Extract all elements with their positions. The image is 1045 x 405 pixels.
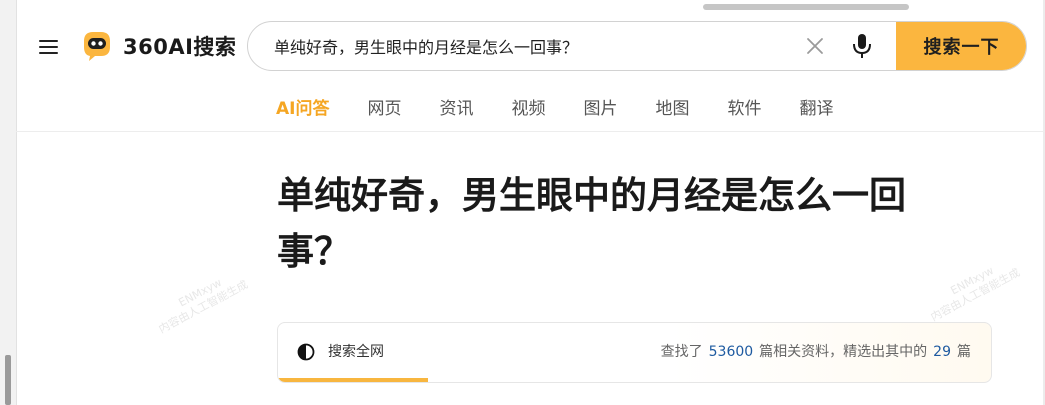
question-title: 单纯好奇，男生眼中的月经是怎么一回事？ <box>277 174 906 273</box>
status-label: 搜索全网 <box>328 344 384 360</box>
watermark-left-line1: ENMxyw <box>176 275 224 310</box>
tab-video[interactable]: 视频 <box>511 96 545 122</box>
search-box: 搜索一下 <box>247 21 1027 71</box>
menu-icon[interactable] <box>36 34 62 60</box>
top-scrollbar-thumb[interactable] <box>703 4 909 10</box>
tab-ai-qa[interactable]: AI问答 <box>276 96 329 122</box>
tab-software[interactable]: 软件 <box>727 96 761 122</box>
search-button[interactable]: 搜索一下 <box>896 22 1026 70</box>
search-tabs: AI问答 网页 资讯 视频 图片 地图 软件 翻译 <box>276 96 871 122</box>
left-scrollbar-thumb[interactable] <box>5 355 11 405</box>
tab-translate[interactable]: 翻译 <box>799 96 833 122</box>
found-count: 53600 <box>708 344 754 360</box>
search-input[interactable] <box>274 22 794 70</box>
stats-prefix: 查找了 <box>660 344 703 360</box>
browser-viewport: 360AI搜索 搜索一下 AI问答 网页 资讯 视频 图片 地图 软件 翻译 单… <box>0 0 1045 405</box>
mic-glyph <box>853 34 871 58</box>
close-icon[interactable] <box>803 34 827 58</box>
robot-logo-icon <box>84 32 110 61</box>
search-progress-bar <box>278 378 428 382</box>
selected-count: 29 <box>933 344 951 360</box>
site-logo[interactable]: 360AI搜索 <box>80 28 236 64</box>
tab-web[interactable]: 网页 <box>367 96 401 122</box>
watermark-left-line2: 内容由人工智能生成 <box>156 277 251 336</box>
tab-images[interactable]: 图片 <box>583 96 617 122</box>
microphone-icon[interactable] <box>849 32 875 60</box>
stats-middle: 篇相关资料，精选出其中的 <box>759 344 928 360</box>
tab-news[interactable]: 资讯 <box>439 96 473 122</box>
tabs-divider <box>16 131 1045 132</box>
tab-maps[interactable]: 地图 <box>655 96 689 122</box>
clear-search-glyph <box>807 38 823 54</box>
left-panel-strip <box>0 0 17 405</box>
search-stats: 查找了 53600 篇相关资料，精选出其中的 29 篇 <box>661 342 971 362</box>
search-progress-card: 搜索全网 查找了 53600 篇相关资料，精选出其中的 29 篇 <box>277 322 992 383</box>
stats-suffix: 篇 <box>957 344 971 360</box>
half-circle-loading-icon <box>297 343 315 361</box>
logo-text: 360AI搜索 <box>123 35 237 59</box>
watermark-left: ENMxyw 内容由人工智能生成 <box>150 266 251 337</box>
